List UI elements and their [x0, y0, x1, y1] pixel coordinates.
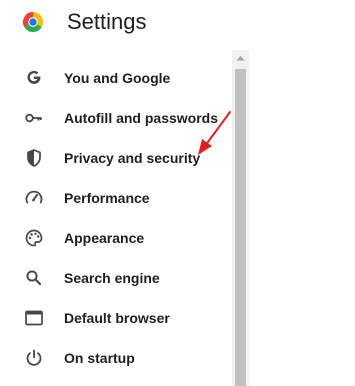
sidebar-item-autofill-and-passwords[interactable]: Autofill and passwords [0, 98, 232, 138]
scroll-up-arrow-icon[interactable] [232, 50, 249, 67]
google-g-icon [24, 68, 44, 88]
sidebar-scrollbar[interactable] [232, 50, 249, 386]
browser-window-icon [24, 308, 44, 328]
sidebar-item-label: On startup [64, 350, 135, 366]
shield-icon [24, 148, 44, 168]
sidebar-item-label: You and Google [64, 70, 171, 86]
sidebar-item-default-browser[interactable]: Default browser [0, 298, 232, 338]
sidebar-item-label: Autofill and passwords [64, 110, 219, 126]
speedometer-icon [24, 188, 44, 208]
sidebar-item-privacy-and-security[interactable]: Privacy and security [0, 138, 232, 178]
sidebar-item-you-and-google[interactable]: You and Google [0, 58, 232, 98]
page-title: Settings [67, 9, 147, 34]
sidebar-item-on-startup[interactable]: On startup [0, 338, 232, 378]
chrome-logo-icon [22, 11, 44, 33]
palette-icon [24, 228, 44, 248]
sidebar-item-label: Privacy and security [64, 150, 201, 166]
sidebar-item-label: Performance [64, 190, 150, 206]
key-icon [24, 108, 44, 128]
settings-header: Settings [0, 0, 355, 46]
power-icon [24, 348, 44, 368]
sidebar-item-label: Search engine [64, 270, 160, 286]
scrollbar-thumb[interactable] [235, 69, 246, 386]
sidebar-item-search-engine[interactable]: Search engine [0, 258, 232, 298]
sidebar-item-label: Default browser [64, 310, 170, 326]
sidebar-item-label: Appearance [64, 230, 145, 246]
search-icon [24, 268, 44, 288]
sidebar-item-performance[interactable]: Performance [0, 178, 232, 218]
sidebar-item-appearance[interactable]: Appearance [0, 218, 232, 258]
